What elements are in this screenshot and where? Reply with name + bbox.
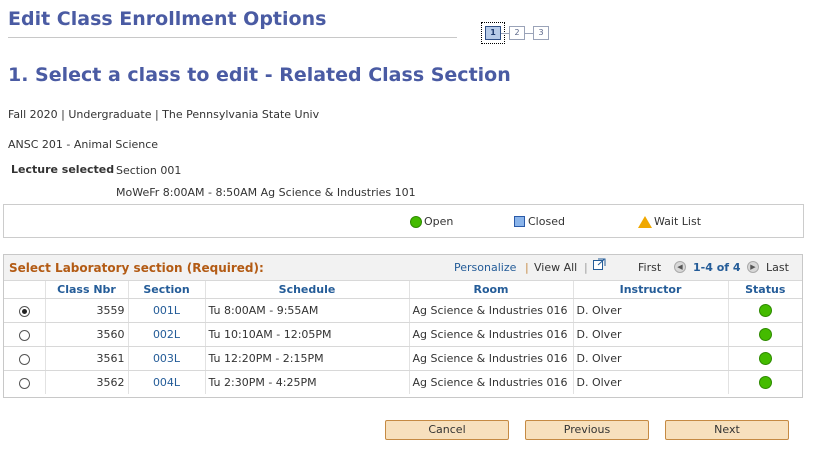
lecture-section: Section 001	[116, 164, 182, 177]
popup-grid-icon[interactable]	[593, 258, 606, 273]
row-range: 1-4 of 4	[693, 261, 741, 274]
instructor-cell: D. Olver	[573, 322, 729, 347]
select-column-header	[4, 281, 46, 299]
room-cell: Ag Science & Industries 016	[409, 346, 574, 371]
last-link[interactable]: Last	[766, 261, 789, 274]
open-status-icon	[758, 328, 772, 342]
legend-closed-label: Closed	[528, 215, 565, 228]
grid-header: Select Laboratory section (Required): Pe…	[4, 255, 802, 281]
column-header-schedule[interactable]: Schedule	[205, 281, 410, 299]
section-radio[interactable]	[18, 353, 30, 365]
open-status-icon	[758, 304, 772, 318]
title-divider	[8, 37, 457, 38]
wait-list-status-icon	[638, 215, 652, 228]
schedule-cell: Tu 2:30PM - 4:25PM	[205, 370, 410, 394]
nav-separator: |	[525, 261, 529, 274]
legend-open: Open	[410, 215, 453, 228]
lecture-schedule: MoWeFr 8:00AM - 8:50AM Ag Science & Indu…	[116, 186, 416, 199]
room-cell: Ag Science & Industries 016	[409, 298, 574, 323]
step-indicator: 1 2 3	[481, 21, 549, 45]
select-cell	[4, 322, 46, 347]
open-status-icon	[758, 376, 772, 390]
step-connector	[501, 32, 509, 34]
status-legend: Open Closed Wait List	[3, 204, 804, 238]
section-heading: 1. Select a class to edit - Related Clas…	[8, 64, 511, 86]
room-cell: Ag Science & Industries 016	[409, 370, 574, 394]
instructor-cell: D. Olver	[573, 346, 729, 371]
section-radio[interactable]	[18, 377, 30, 389]
room-cell: Ag Science & Industries 016	[409, 322, 574, 347]
view-all-link[interactable]: View All	[534, 261, 577, 274]
step-1[interactable]: 1	[481, 22, 505, 44]
step-connector	[525, 32, 533, 34]
laboratory-section-grid: Select Laboratory section (Required): Pe…	[3, 254, 803, 398]
closed-status-icon	[514, 216, 525, 227]
open-status-icon	[758, 352, 772, 366]
term-info: Fall 2020 | Undergraduate | The Pennsylv…	[8, 108, 320, 121]
column-header-class-nbr[interactable]: Class Nbr	[45, 281, 129, 299]
column-header-status[interactable]: Status	[728, 281, 802, 299]
instructor-cell: D. Olver	[573, 298, 729, 323]
laboratory-sections-table: Class Nbr Section Schedule Room Instruct…	[4, 281, 802, 394]
lecture-selected-label: Lecture selected	[11, 163, 115, 176]
status-cell	[728, 298, 802, 323]
previous-page-icon[interactable]: ◀	[674, 261, 686, 273]
step-3: 3	[533, 26, 549, 40]
select-cell	[4, 346, 46, 371]
status-cell	[728, 322, 802, 347]
schedule-cell: Tu 12:20PM - 2:15PM	[205, 346, 410, 371]
schedule-cell: Tu 10:10AM - 12:05PM	[205, 322, 410, 347]
class-nbr-cell: 3562	[45, 370, 129, 394]
step-2: 2	[509, 26, 525, 40]
open-status-icon	[410, 215, 422, 228]
course-title: ANSC 201 - Animal Science	[8, 138, 159, 151]
section-radio[interactable]	[18, 305, 30, 317]
legend-open-label: Open	[424, 215, 454, 228]
section-link[interactable]: 004L	[128, 370, 206, 394]
class-nbr-cell: 3561	[45, 346, 129, 371]
schedule-cell: Tu 8:00AM - 9:55AM	[205, 298, 410, 323]
column-header-room[interactable]: Room	[409, 281, 574, 299]
table-header-row: Class Nbr Section Schedule Room Instruct…	[4, 281, 802, 299]
legend-wait-list-label: Wait List	[654, 215, 702, 228]
table-row: 3562 004L Tu 2:30PM - 4:25PM Ag Science …	[4, 370, 802, 395]
next-page-icon[interactable]: ▶	[747, 261, 759, 273]
table-row: 3561 003L Tu 12:20PM - 2:15PM Ag Science…	[4, 346, 802, 371]
legend-wait-list: Wait List	[638, 215, 701, 228]
status-cell	[728, 346, 802, 371]
page-title: Edit Class Enrollment Options	[8, 8, 327, 30]
previous-button[interactable]: Previous	[525, 420, 649, 440]
nav-separator: |	[584, 261, 588, 274]
table-row: 3559 001L Tu 8:00AM - 9:55AM Ag Science …	[4, 298, 802, 323]
select-cell	[4, 298, 46, 323]
select-cell	[4, 370, 46, 394]
grid-title: Select Laboratory section (Required):	[9, 261, 264, 275]
next-button[interactable]: Next	[665, 420, 789, 440]
table-row: 3560 002L Tu 10:10AM - 12:05PM Ag Scienc…	[4, 322, 802, 347]
column-header-section[interactable]: Section	[128, 281, 206, 299]
class-nbr-cell: 3559	[45, 298, 129, 323]
instructor-cell: D. Olver	[573, 370, 729, 394]
legend-closed: Closed	[514, 215, 565, 228]
personalize-link[interactable]: Personalize	[454, 261, 516, 274]
first-link[interactable]: First	[638, 261, 661, 274]
class-nbr-cell: 3560	[45, 322, 129, 347]
section-link[interactable]: 001L	[128, 298, 206, 323]
section-link[interactable]: 003L	[128, 346, 206, 371]
cancel-button[interactable]: Cancel	[385, 420, 509, 440]
section-radio[interactable]	[18, 329, 30, 341]
status-cell	[728, 371, 802, 395]
column-header-instructor[interactable]: Instructor	[573, 281, 729, 299]
section-link[interactable]: 002L	[128, 322, 206, 347]
